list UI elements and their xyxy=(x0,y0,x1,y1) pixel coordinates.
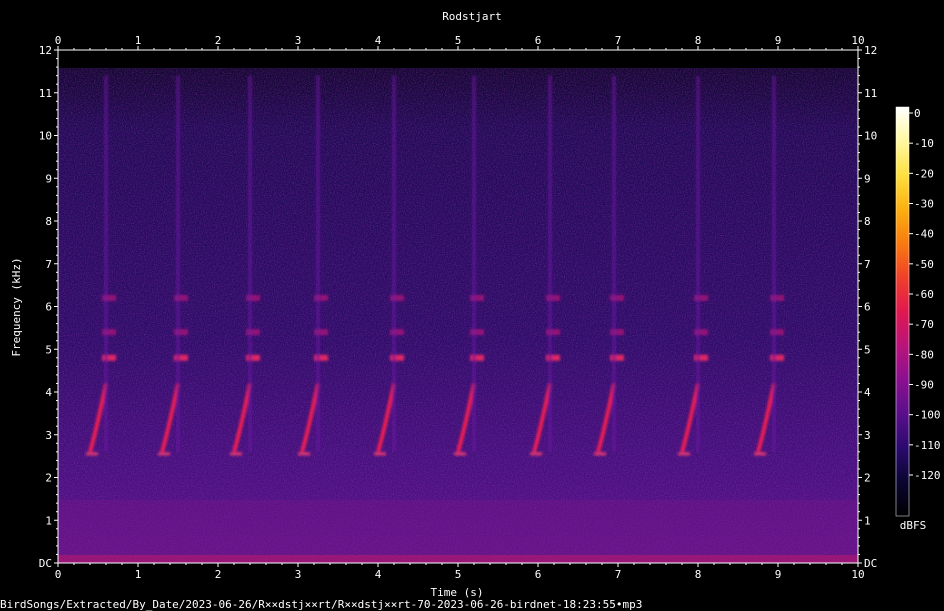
colorbar-tick-label: -10 xyxy=(914,137,934,150)
y-tick-right-label: 9 xyxy=(864,172,871,185)
colorbar-tick-label: -120 xyxy=(914,469,941,482)
y-tick-left-label: 5 xyxy=(45,343,52,356)
y-tick-right-label: DC xyxy=(864,557,877,570)
y-tick-right-label: 3 xyxy=(864,429,871,442)
y-tick-right-label: 1 xyxy=(864,514,871,527)
broadband-click xyxy=(176,75,180,452)
colorbar-tick-label: -110 xyxy=(914,439,941,452)
x-tick-top-label: 4 xyxy=(375,34,382,47)
broadband-click xyxy=(548,75,552,452)
y-tick-left-label: 12 xyxy=(39,44,52,57)
y-axis-right: DC123456789101112 xyxy=(858,44,877,570)
colorbar-tick-label: -30 xyxy=(914,198,934,211)
broadband-click xyxy=(248,75,252,452)
broadband-click xyxy=(472,75,476,452)
x-tick-bottom-label: 9 xyxy=(775,568,782,581)
y-axis-label: Frequency (kHz) xyxy=(10,257,23,356)
spectrogram-plot-area xyxy=(58,50,858,563)
broadband-click xyxy=(612,75,616,452)
y-tick-left-label: 11 xyxy=(39,87,52,100)
broadband-click xyxy=(104,75,108,452)
colorbar-tick-label: -40 xyxy=(914,228,934,241)
y-tick-right-label: 11 xyxy=(864,87,877,100)
x-tick-bottom-label: 1 xyxy=(135,568,142,581)
y-tick-left-label: 6 xyxy=(45,301,52,314)
x-tick-top-label: 6 xyxy=(535,34,542,47)
y-tick-left-label: 4 xyxy=(45,386,52,399)
broadband-click xyxy=(316,75,320,452)
y-tick-left-label: 9 xyxy=(45,172,52,185)
colorbar-tick-label: -90 xyxy=(914,379,934,392)
y-tick-left-label: 1 xyxy=(45,514,52,527)
y-tick-right-label: 4 xyxy=(864,386,871,399)
y-tick-right-label: 8 xyxy=(864,215,871,228)
colorbar-tick-label: 0 xyxy=(914,107,921,120)
x-tick-bottom-label: 8 xyxy=(695,568,702,581)
x-tick-bottom-label: 0 xyxy=(55,568,62,581)
y-axis-left: DC123456789101112 xyxy=(39,44,58,570)
chart-title: Rodstjart xyxy=(442,10,502,23)
x-tick-top-label: 1 xyxy=(135,34,142,47)
x-tick-top-label: 7 xyxy=(615,34,622,47)
x-tick-top-label: 9 xyxy=(775,34,782,47)
colorbar-tick-label: -70 xyxy=(914,318,934,331)
footer-file-path: BirdSongs/Extracted/By_Date/2023-06-26/R… xyxy=(0,598,642,611)
y-tick-right-label: 5 xyxy=(864,343,871,356)
colorbar-gradient xyxy=(896,107,909,516)
x-tick-top-label: 8 xyxy=(695,34,702,47)
x-tick-top-label: 3 xyxy=(295,34,302,47)
y-tick-left-label: 2 xyxy=(45,472,52,485)
y-tick-right-label: 2 xyxy=(864,472,871,485)
x-tick-bottom-label: 10 xyxy=(851,568,864,581)
y-tick-right-label: 6 xyxy=(864,301,871,314)
broadband-click xyxy=(772,75,776,452)
x-tick-bottom-label: 3 xyxy=(295,568,302,581)
y-tick-left-label: 7 xyxy=(45,258,52,271)
x-tick-top-label: 2 xyxy=(215,34,222,47)
colorbar-tick-label: -100 xyxy=(914,409,941,422)
broadband-click xyxy=(696,75,700,452)
x-tick-bottom-label: 7 xyxy=(615,568,622,581)
y-tick-left-label: 8 xyxy=(45,215,52,228)
x-tick-top-label: 5 xyxy=(455,34,462,47)
x-tick-bottom-label: 2 xyxy=(215,568,222,581)
x-tick-top-label: 10 xyxy=(851,34,864,47)
colorbar-tick-label: -80 xyxy=(914,348,934,361)
y-tick-left-label: 3 xyxy=(45,429,52,442)
x-tick-bottom-label: 6 xyxy=(535,568,542,581)
colorbar-tick-label: -60 xyxy=(914,288,934,301)
x-tick-bottom-label: 4 xyxy=(375,568,382,581)
colorbar-label: dBFS xyxy=(900,519,927,532)
x-tick-top-label: 0 xyxy=(55,34,62,47)
x-tick-bottom-label: 5 xyxy=(455,568,462,581)
broadband-click xyxy=(392,75,396,452)
colorbar-tick-label: -20 xyxy=(914,167,934,180)
y-tick-right-label: 10 xyxy=(864,130,877,143)
y-tick-right-label: 12 xyxy=(864,44,877,57)
colorbar: 0 -10 -20 -30 -40 -50 -60 -70 -80 -90 -100 -110 -120… xyxy=(895,106,941,532)
x-axis-bottom: 0 1 2 3 4 5 6 7 8 9 10 xyxy=(55,563,865,581)
spectrogram-figure: Rodstjart 0 1 2 3 4 5 6 7 8 9 10 0 1 2 3 4 5 6 7 8 9 10 DC12… xyxy=(0,10,941,611)
y-tick-right-label: 7 xyxy=(864,258,871,271)
colorbar-tick-label: -50 xyxy=(914,258,934,271)
x-axis-top: 0 1 2 3 4 5 6 7 8 9 10 xyxy=(55,34,865,50)
y-tick-left-label: 10 xyxy=(39,130,52,143)
y-tick-left-label: DC xyxy=(39,557,52,570)
